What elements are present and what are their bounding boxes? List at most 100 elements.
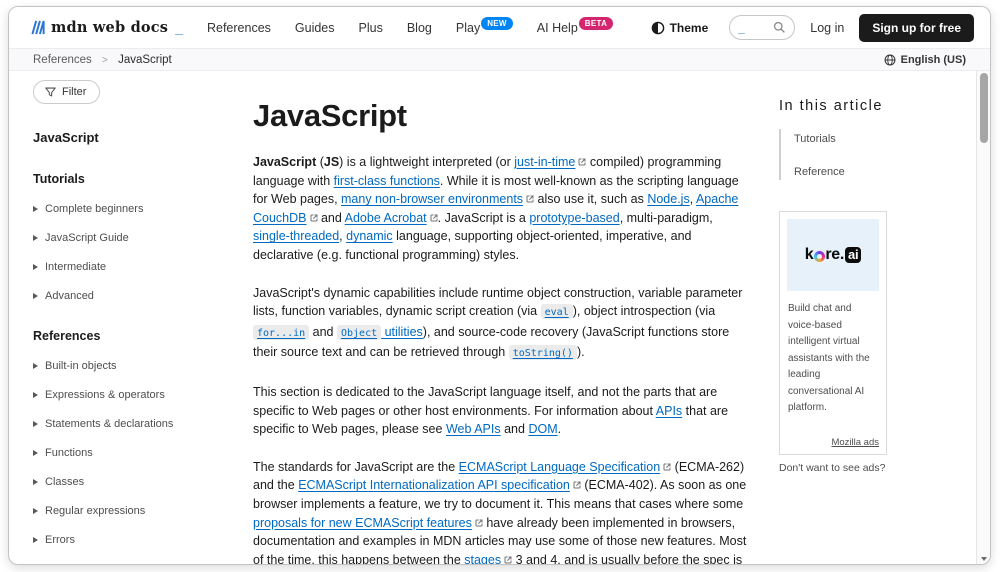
sidebar-title-javascript[interactable]: JavaScript <box>33 130 241 145</box>
sidebar-heading-references: References <box>33 329 241 343</box>
right-rail: In this article Tutorials Reference kre.… <box>779 71 976 564</box>
article-link[interactable]: Web APIs <box>446 422 501 436</box>
toc-item-reference[interactable]: Reference <box>794 166 845 178</box>
article-paragraph: JavaScript's dynamic capabilities includ… <box>253 284 753 364</box>
funnel-icon <box>45 87 56 97</box>
expand-triangle-icon <box>33 508 38 514</box>
external-link-icon <box>475 514 483 533</box>
breadcrumb-references[interactable]: References <box>33 54 92 66</box>
filter-button[interactable]: Filter <box>33 80 100 104</box>
tutorials-list: Complete beginners JavaScript Guide Inte… <box>33 203 241 302</box>
mdn-logo[interactable]: mdn web docs_ <box>31 19 183 36</box>
expand-triangle-icon <box>33 537 38 543</box>
article-link[interactable]: DOM <box>528 422 557 436</box>
nav-blog[interactable]: Blog <box>407 21 432 35</box>
article-link[interactable]: many non-browser environments <box>341 192 534 206</box>
ad-text: Build chat and voice-based intelligent v… <box>788 301 878 417</box>
nav-play[interactable]: PlayNEW <box>456 21 513 35</box>
article-code-link[interactable]: eval <box>541 304 573 319</box>
top-navigation: mdn web docs_ References Guides Plus Blo… <box>9 7 990 48</box>
article-link[interactable]: ECMAScript Internationalization API spec… <box>298 478 581 492</box>
theme-toggle-button[interactable]: Theme <box>645 20 715 36</box>
article-link[interactable]: just-in-time <box>514 155 586 169</box>
ad-container[interactable]: kre.ai Build chat and voice-based intell… <box>779 211 887 455</box>
sidebar-item-intermediate[interactable]: Intermediate <box>33 261 241 273</box>
sidebar-item-expressions-operators[interactable]: Expressions & operators <box>33 389 241 401</box>
magnifier-icon <box>773 21 786 34</box>
language-switcher[interactable]: English (US) <box>878 53 972 67</box>
bold-text: JS <box>324 155 339 169</box>
sidebar-item-classes[interactable]: Classes <box>33 476 241 488</box>
search-input[interactable]: _ <box>729 15 795 40</box>
sidebar-item-javascript-guide[interactable]: JavaScript Guide <box>33 232 241 244</box>
nav-right-controls: Theme _ Log in Sign up for free <box>645 14 974 42</box>
signup-button[interactable]: Sign up for free <box>859 14 974 42</box>
article-paragraph: JavaScript (JS) is a lightweight interpr… <box>253 153 753 265</box>
expand-triangle-icon <box>33 264 38 270</box>
search-hint: _ <box>738 23 745 33</box>
toc-list: Tutorials Reference <box>779 129 966 180</box>
article-code-link[interactable]: toString() <box>509 345 577 360</box>
page-title: JavaScript <box>253 98 753 134</box>
scrollbar[interactable] <box>976 71 990 564</box>
article-link[interactable]: stages <box>464 553 512 564</box>
article-link[interactable]: prototype-based <box>529 211 619 225</box>
external-link-icon <box>573 476 581 495</box>
expand-triangle-icon <box>33 293 38 299</box>
breadcrumb-javascript[interactable]: JavaScript <box>118 54 172 66</box>
scrollbar-thumb[interactable] <box>980 73 988 143</box>
sidebar-item-errors[interactable]: Errors <box>33 534 241 546</box>
article-link[interactable]: Adobe Acrobat <box>345 211 438 225</box>
browser-page: mdn web docs_ References Guides Plus Blo… <box>8 6 991 565</box>
ad-image: kre.ai <box>787 219 879 291</box>
content-area: Filter JavaScript Tutorials Complete beg… <box>9 71 990 564</box>
breadcrumb-separator: > <box>102 55 108 66</box>
external-link-icon <box>430 209 438 228</box>
references-list: Built-in objects Expressions & operators… <box>33 360 241 564</box>
sidebar-item-built-in-objects[interactable]: Built-in objects <box>33 360 241 372</box>
mdn-logo-icon <box>31 20 46 35</box>
dismiss-ads-link[interactable]: Don't want to see ads? <box>779 462 886 474</box>
article-link[interactable]: ECMAScript Language Specification <box>459 460 672 474</box>
expand-triangle-icon <box>33 450 38 456</box>
article-code-link[interactable]: Object <box>337 325 381 340</box>
language-label: English (US) <box>901 54 966 66</box>
nav-plus[interactable]: Plus <box>359 21 383 35</box>
brand-caret: _ <box>175 20 183 36</box>
sidebar-item-misc[interactable]: Misc <box>33 563 241 564</box>
beta-badge: BETA <box>579 17 613 30</box>
expand-triangle-icon <box>33 421 38 427</box>
nav-ai-help[interactable]: AI HelpBETA <box>537 21 613 35</box>
kore-o-ring-icon <box>814 251 825 262</box>
article-link[interactable]: Node.js <box>647 192 689 206</box>
toc-item-tutorials[interactable]: Tutorials <box>794 133 836 145</box>
external-link-icon <box>310 209 318 228</box>
sidebar-item-advanced[interactable]: Advanced <box>33 290 241 302</box>
article-paragraph: This section is dedicated to the JavaScr… <box>253 383 753 439</box>
nav-references[interactable]: References <box>207 21 271 35</box>
external-link-icon <box>526 190 534 209</box>
article-link[interactable]: proposals for new ECMAScript features <box>253 516 483 530</box>
article-link[interactable]: first-class functions <box>334 174 440 188</box>
nav-guides[interactable]: Guides <box>295 21 335 35</box>
bold-text: JavaScript <box>253 155 316 169</box>
login-link[interactable]: Log in <box>810 21 844 35</box>
expand-triangle-icon <box>33 363 38 369</box>
kore-ai-logo: kre.ai <box>805 246 862 264</box>
mozilla-ads-link[interactable]: Mozilla ads <box>787 437 879 448</box>
breadcrumb: References > JavaScript <box>33 54 172 66</box>
article-link[interactable]: APIs <box>656 404 682 418</box>
article-paragraph: The standards for JavaScript are the ECM… <box>253 458 753 564</box>
filter-label: Filter <box>62 86 86 98</box>
sidebar-item-statements-declarations[interactable]: Statements & declarations <box>33 418 241 430</box>
article-link[interactable]: single-threaded <box>253 229 339 243</box>
left-sidebar: Filter JavaScript Tutorials Complete beg… <box>9 71 247 564</box>
article-link[interactable]: dynamic <box>346 229 393 243</box>
scroll-down-arrow-icon[interactable] <box>981 557 987 561</box>
sidebar-item-functions[interactable]: Functions <box>33 447 241 459</box>
sidebar-item-regular-expressions[interactable]: Regular expressions <box>33 505 241 517</box>
sidebar-item-complete-beginners[interactable]: Complete beginners <box>33 203 241 215</box>
article-code-link[interactable]: for...in <box>253 325 309 340</box>
expand-triangle-icon <box>33 392 38 398</box>
article-link[interactable]: utilities <box>381 325 423 339</box>
